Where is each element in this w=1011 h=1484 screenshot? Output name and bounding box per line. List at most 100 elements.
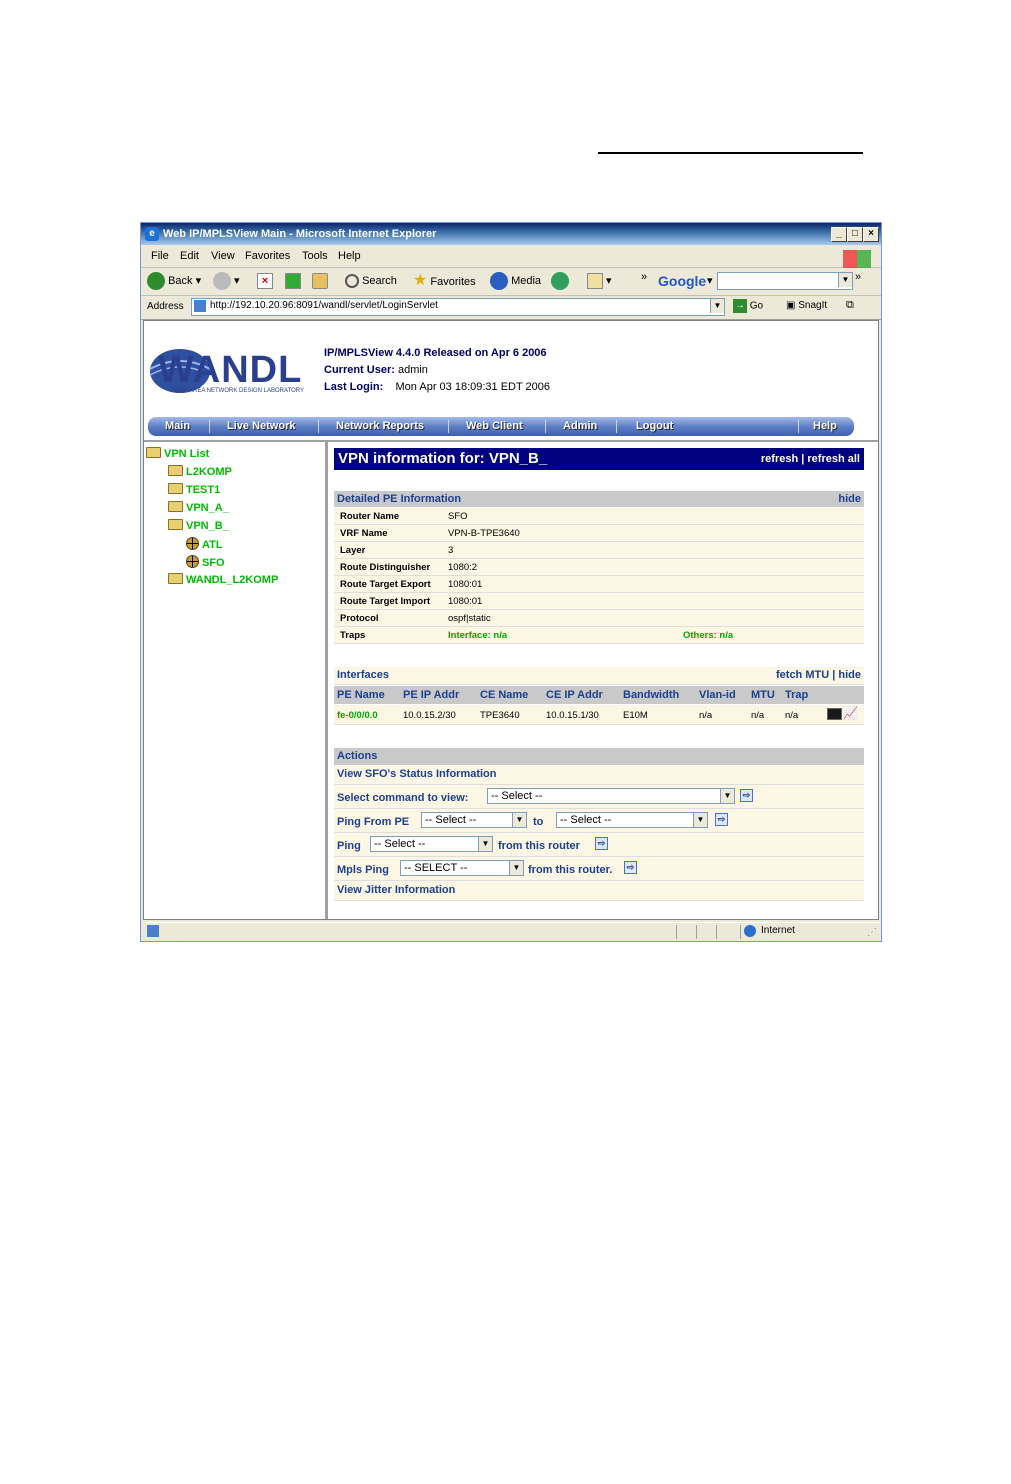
address-bar: Address http://192.10.20.96:8091/wandl/s…	[141, 295, 881, 320]
pe-hide-link[interactable]: hide	[838, 493, 861, 505]
mpls-ping-select[interactable]: -- SELECT -- ▼	[400, 860, 524, 876]
media-button[interactable]: Media	[490, 271, 541, 291]
search-button[interactable]: Search	[345, 271, 397, 291]
view-status-link[interactable]: View SFO's Status Information	[337, 768, 497, 780]
nav-web-client[interactable]: Web Client	[466, 420, 523, 432]
nav-admin[interactable]: Admin	[563, 420, 597, 432]
ie-icon: e	[145, 227, 159, 241]
interfaces-section-header: Interfaces fetch MTU | hide	[334, 667, 864, 685]
snagit-button[interactable]: ▣ SnagIt	[786, 300, 827, 311]
nav-live-network[interactable]: Live Network	[227, 420, 295, 432]
back-button[interactable]: Back ▾	[147, 271, 201, 291]
stop-button[interactable]: ×	[257, 271, 273, 291]
nav-help[interactable]: Help	[813, 420, 837, 432]
history-button[interactable]	[551, 271, 569, 291]
tree-item-atl[interactable]: ATL	[186, 537, 223, 551]
nav-logout[interactable]: Logout	[636, 420, 673, 432]
vpn-tree: VPN List L2KOMP TEST1 VPN_A_ VPN_B_ ATL …	[144, 442, 328, 919]
home-button[interactable]	[312, 271, 328, 291]
ping-to-select[interactable]: -- Select -- ▼	[556, 812, 708, 828]
view-jitter-link[interactable]: View Jitter Information	[337, 884, 455, 896]
pe-row: Route Target Export 1080:01	[334, 576, 864, 593]
go-arrow-icon[interactable]: ⇨	[715, 813, 728, 826]
folder-open-icon	[146, 447, 161, 458]
user-label: Current User:	[324, 364, 395, 376]
interfaces-hide-link[interactable]: hide	[838, 669, 861, 681]
ping-from-select[interactable]: -- Select -- ▼	[421, 812, 527, 828]
mail-icon	[587, 273, 603, 290]
address-label: Address	[147, 301, 184, 312]
command-select[interactable]: -- Select -- ▼	[487, 788, 735, 804]
chevron-down-icon[interactable]: ▼	[838, 273, 852, 287]
stop-icon: ×	[257, 273, 273, 290]
minimize-button[interactable]: _	[831, 227, 847, 242]
folder-icon	[168, 501, 183, 512]
pe-name-link[interactable]: fe-0/0/0.0	[337, 710, 378, 721]
pe-section-title: Detailed PE Information	[337, 493, 462, 505]
menu-favorites[interactable]: Favorites	[245, 250, 290, 262]
table-row: fe-0/0/0.0 10.0.15.2/30 TPE3640 10.0.15.…	[334, 705, 864, 725]
title-bar[interactable]: e Web IP/MPLSView Main - Microsoft Inter…	[141, 223, 881, 245]
google-more-chevron[interactable]: »	[855, 267, 861, 287]
tree-item-sfo[interactable]: SFO	[186, 555, 225, 569]
chart-icon[interactable]: 📈	[843, 706, 858, 720]
pe-row: Layer 3	[334, 542, 864, 559]
refresh-button[interactable]	[285, 271, 301, 291]
go-arrow-icon[interactable]: ⇨	[624, 861, 637, 874]
nav-network-reports[interactable]: Network Reports	[336, 420, 424, 432]
toolbar: Back ▾ ▾ × Search ★ Favorites Media ▾ » …	[141, 267, 881, 296]
monitor-icon[interactable]	[827, 708, 842, 720]
refresh-link[interactable]: refresh	[761, 453, 798, 465]
tree-item-wandl-l2komp[interactable]: WANDL_L2KOMP	[168, 573, 278, 586]
nav-main[interactable]: Main	[165, 420, 190, 432]
menu-help[interactable]: Help	[338, 250, 361, 262]
action-ping-from-pe-row: Ping From PE -- Select -- ▼ to -- Select…	[334, 809, 864, 833]
snagit-options-icon[interactable]: ⧉	[846, 299, 854, 312]
pe-row: Router Name SFO	[334, 508, 864, 525]
chevron-down-icon[interactable]: ▼	[710, 299, 724, 313]
vpn-title: VPN information for: VPN_B_	[338, 450, 548, 467]
address-input[interactable]: http://192.10.20.96:8091/wandl/servlet/L…	[191, 298, 725, 316]
maximize-button[interactable]: □	[847, 227, 863, 242]
status-bar: Internet ⋰	[143, 922, 879, 941]
traps-others: Others: n/a	[683, 630, 734, 641]
mail-button[interactable]: ▾	[587, 271, 612, 291]
refresh-all-link[interactable]: refresh all	[807, 453, 860, 465]
tree-root-vpn-list[interactable]: VPN List	[146, 447, 209, 460]
menu-tools[interactable]: Tools	[302, 250, 328, 262]
media-icon	[490, 272, 508, 291]
fetch-mtu-link[interactable]: fetch MTU	[776, 669, 829, 681]
chevron-down-icon: ▼	[478, 837, 492, 851]
vpn-detail-panel: VPN information for: VPN_B_ refresh | re…	[334, 442, 874, 919]
history-icon	[551, 272, 569, 291]
tree-item-vpn-b[interactable]: VPN_B_	[168, 519, 229, 532]
menu-view[interactable]: View	[211, 250, 235, 262]
go-arrow-icon[interactable]: ⇨	[595, 837, 608, 850]
google-search-input[interactable]: ▼	[717, 272, 853, 290]
favorites-button[interactable]: ★ Favorites	[413, 271, 476, 291]
wandl-logo: WANDL WIDE AREA NETWORK DESIGN LABORATOR…	[148, 347, 320, 395]
menu-file[interactable]: File	[151, 250, 169, 262]
folder-icon	[168, 465, 183, 476]
go-button[interactable]: → Go	[733, 299, 763, 313]
google-dropdown-icon[interactable]: ▾	[707, 271, 713, 291]
router-icon	[186, 537, 199, 550]
tree-item-vpn-a[interactable]: VPN_A_	[168, 501, 229, 514]
resize-grip-icon[interactable]: ⋰	[867, 927, 877, 938]
forward-button[interactable]: ▾	[213, 271, 240, 291]
zone-label: Internet	[761, 925, 795, 936]
current-user: admin	[397, 364, 428, 376]
page-icon	[194, 300, 206, 312]
toolbar-more-chevron[interactable]: »	[641, 267, 647, 287]
close-button[interactable]: ×	[863, 227, 879, 242]
vpn-refresh-links: refresh | refresh all	[761, 453, 860, 465]
google-logo[interactable]: Google	[658, 271, 706, 291]
go-arrow-icon[interactable]: ⇨	[740, 789, 753, 802]
menu-edit[interactable]: Edit	[180, 250, 199, 262]
pe-row: Protocol ospf|static	[334, 610, 864, 627]
back-arrow-icon	[147, 272, 165, 291]
tree-item-l2komp[interactable]: L2KOMP	[168, 465, 232, 478]
tree-item-test1[interactable]: TEST1	[168, 483, 220, 496]
ping-select[interactable]: -- Select -- ▼	[370, 836, 493, 852]
vpn-title-bar: VPN information for: VPN_B_ refresh | re…	[334, 448, 864, 470]
